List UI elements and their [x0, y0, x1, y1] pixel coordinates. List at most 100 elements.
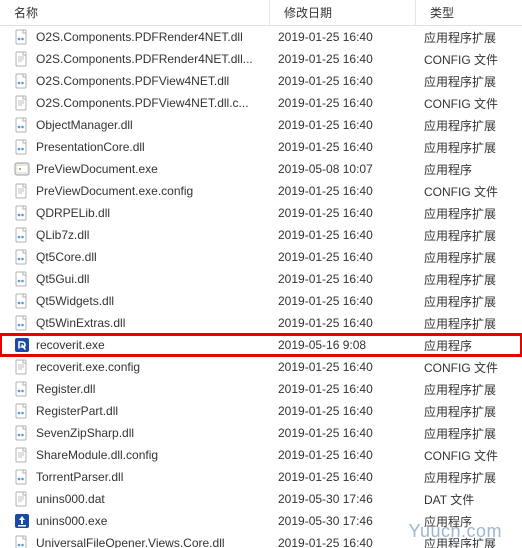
file-name-label: Qt5Gui.dll — [36, 272, 89, 286]
file-name-label: O2S.Components.PDFRender4NET.dll... — [36, 52, 253, 66]
file-name-label: Qt5Core.dll — [36, 250, 97, 264]
config-icon — [14, 359, 30, 375]
file-row[interactable]: Qt5Core.dll 2019-01-25 16:40应用程序扩展 — [0, 246, 522, 268]
file-date-cell: 2019-01-25 16:40 — [270, 536, 416, 548]
file-name-cell: recoverit.exe.config — [0, 359, 270, 375]
dll-icon — [14, 535, 30, 548]
file-name-label: unins000.dat — [36, 492, 105, 506]
dll-icon — [14, 381, 30, 397]
config-icon — [14, 95, 30, 111]
exe-recoverit-icon — [14, 337, 30, 353]
file-type-cell: 应用程序扩展 — [416, 293, 516, 310]
file-name-cell: QLib7z.dll — [0, 227, 270, 243]
file-date-cell: 2019-01-25 16:40 — [270, 360, 416, 374]
file-type-cell: CONFIG 文件 — [416, 95, 516, 112]
file-row[interactable]: QDRPELib.dll2019-01-25 16:40应用程序扩展 — [0, 202, 522, 224]
column-header-date-label: 修改日期 — [284, 4, 332, 21]
file-name-label: Qt5WinExtras.dll — [36, 316, 125, 330]
file-row[interactable]: O2S.Components.PDFRender4NET.dll... 2019-… — [0, 48, 522, 70]
file-row[interactable]: QLib7z.dll2019-01-25 16:40应用程序扩展 — [0, 224, 522, 246]
file-date-cell: 2019-01-25 16:40 — [270, 404, 416, 418]
file-row[interactable]: PresentationCore.dll 2019-01-25 16:40应用程序… — [0, 136, 522, 158]
file-name-label: recoverit.exe.config — [36, 360, 140, 374]
file-name-label: ObjectManager.dll — [36, 118, 133, 132]
file-date-cell: 2019-01-25 16:40 — [270, 448, 416, 462]
file-name-label: recoverit.exe — [36, 338, 105, 352]
file-date-cell: 2019-01-25 16:40 — [270, 140, 416, 154]
file-type-cell: CONFIG 文件 — [416, 183, 516, 200]
dat-icon — [14, 491, 30, 507]
file-row[interactable]: PreViewDocument.exe.config2019-01-25 16:… — [0, 180, 522, 202]
dll-icon — [14, 139, 30, 155]
file-row[interactable]: UniversalFileOpener.Views.Core.dll 2019-0… — [0, 532, 522, 548]
file-row[interactable]: O2S.Components.PDFView4NET.dll.c...2019-… — [0, 92, 522, 114]
file-name-label: O2S.Components.PDFRender4NET.dll — [36, 30, 243, 44]
file-name-label: RegisterPart.dll — [36, 404, 118, 418]
file-list[interactable]: O2S.Components.PDFRender4NET.dll 2019-01-… — [0, 26, 522, 548]
file-row[interactable]: SevenZipSharp.dll2019-01-25 16:40应用程序扩展 — [0, 422, 522, 444]
file-date-cell: 2019-01-25 16:40 — [270, 118, 416, 132]
file-name-cell: Qt5Core.dll — [0, 249, 270, 265]
file-name-cell: Register.dll — [0, 381, 270, 397]
exe-preview-icon — [14, 161, 30, 177]
file-name-cell: UniversalFileOpener.Views.Core.dll — [0, 535, 270, 548]
dll-icon — [14, 403, 30, 419]
file-name-label: QDRPELib.dll — [36, 206, 110, 220]
config-icon — [14, 51, 30, 67]
file-name-label: PreViewDocument.exe — [36, 162, 158, 176]
file-name-label: SevenZipSharp.dll — [36, 426, 134, 440]
file-row[interactable]: recoverit.exe.config2019-01-25 16:40CONF… — [0, 356, 522, 378]
file-date-cell: 2019-05-30 17:46 — [270, 514, 416, 528]
file-name-label: ShareModule.dll.config — [36, 448, 158, 462]
file-row[interactable]: unins000.exe2019-05-30 17:46应用程序 — [0, 510, 522, 532]
file-row[interactable]: RegisterPart.dll2019-01-25 16:40应用程序扩展 — [0, 400, 522, 422]
file-row[interactable]: Qt5Widgets.dll2019-01-25 16:40应用程序扩展 — [0, 290, 522, 312]
dll-icon — [14, 425, 30, 441]
column-header-name[interactable]: 名称 — [0, 0, 270, 25]
file-name-cell: SevenZipSharp.dll — [0, 425, 270, 441]
file-name-label: UniversalFileOpener.Views.Core.dll — [36, 536, 225, 548]
file-date-cell: 2019-01-25 16:40 — [270, 184, 416, 198]
file-date-cell: 2019-01-25 16:40 — [270, 250, 416, 264]
file-name-cell: PreViewDocument.exe — [0, 161, 270, 177]
file-row[interactable]: ObjectManager.dll2019-01-25 16:40应用程序扩展 — [0, 114, 522, 136]
file-row[interactable]: O2S.Components.PDFRender4NET.dll2019-01-… — [0, 26, 522, 48]
file-name-cell: Qt5WinExtras.dll — [0, 315, 270, 331]
file-row[interactable]: Qt5WinExtras.dll2019-01-25 16:40应用程序扩展 — [0, 312, 522, 334]
file-row[interactable]: O2S.Components.PDFView4NET.dll2019-01-25… — [0, 70, 522, 92]
file-row[interactable]: Register.dll2019-01-25 16:40应用程序扩展 — [0, 378, 522, 400]
dll-icon — [14, 227, 30, 243]
file-row[interactable]: Qt5Gui.dll2019-01-25 16:40应用程序扩展 — [0, 268, 522, 290]
dll-icon — [14, 29, 30, 45]
dll-icon — [14, 249, 30, 265]
file-type-cell: 应用程序扩展 — [416, 249, 516, 266]
file-type-cell: 应用程序扩展 — [416, 139, 516, 156]
file-type-cell: 应用程序扩展 — [416, 73, 516, 90]
file-row[interactable]: TorrentParser.dll2019-01-25 16:40应用程序扩展 — [0, 466, 522, 488]
file-row[interactable]: unins000.dat2019-05-30 17:46DAT 文件 — [0, 488, 522, 510]
file-row[interactable]: ShareModule.dll.config2019-01-25 16:40CO… — [0, 444, 522, 466]
file-type-cell: 应用程序扩展 — [416, 315, 516, 332]
file-type-cell: 应用程序扩展 — [416, 469, 516, 486]
file-date-cell: 2019-01-25 16:40 — [270, 52, 416, 66]
file-name-label: O2S.Components.PDFView4NET.dll.c... — [36, 96, 249, 110]
file-type-cell: 应用程序 — [416, 161, 516, 178]
file-name-cell: Qt5Widgets.dll — [0, 293, 270, 309]
dll-icon — [14, 73, 30, 89]
file-type-cell: 应用程序扩展 — [416, 535, 516, 548]
file-row[interactable]: recoverit.exe2019-05-16 9:08应用程序 — [0, 334, 522, 356]
file-row[interactable]: PreViewDocument.exe2019-05-08 10:07应用程序 — [0, 158, 522, 180]
column-header-date[interactable]: 修改日期 — [270, 0, 416, 25]
dll-icon — [14, 315, 30, 331]
file-name-cell: ShareModule.dll.config — [0, 447, 270, 463]
file-name-label: PresentationCore.dll — [36, 140, 145, 154]
file-type-cell: 应用程序扩展 — [416, 205, 516, 222]
file-name-cell: unins000.exe — [0, 513, 270, 529]
file-name-cell: ObjectManager.dll — [0, 117, 270, 133]
column-header-type[interactable]: 类型 — [416, 0, 516, 25]
config-icon — [14, 447, 30, 463]
column-header-name-label: 名称 — [14, 4, 38, 21]
file-name-label: Qt5Widgets.dll — [36, 294, 114, 308]
file-type-cell: 应用程序扩展 — [416, 381, 516, 398]
file-date-cell: 2019-01-25 16:40 — [270, 272, 416, 286]
